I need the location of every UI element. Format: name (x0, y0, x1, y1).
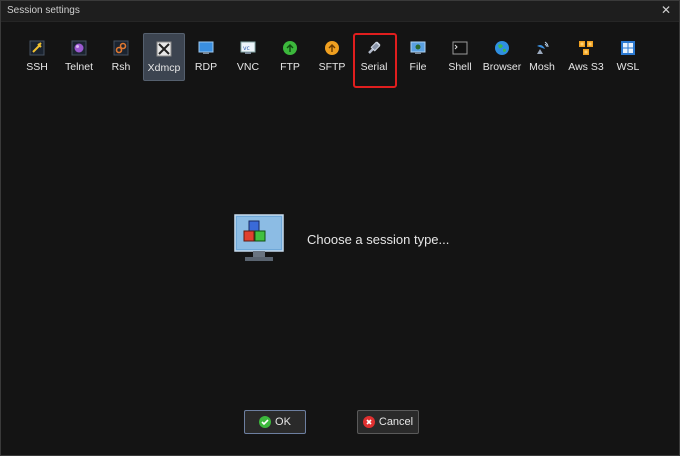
tool-xdmcp[interactable]: Xdmcp (143, 33, 185, 81)
session-type-toolbar: SSH Telnet Rsh Xdmcp RDP vc VNC FTP SFTP… (19, 33, 659, 83)
tool-sftp[interactable]: SFTP (315, 33, 349, 81)
close-icon[interactable]: ✕ (659, 3, 673, 17)
tool-mosh[interactable]: Mosh (525, 33, 559, 81)
tool-ftp[interactable]: FTP (273, 33, 307, 81)
cancel-label: Cancel (378, 416, 414, 428)
sftp-icon (325, 41, 339, 55)
window-title: Session settings (7, 5, 80, 16)
title-bar: Session settings ✕ (1, 1, 679, 22)
monitor-cubes-icon (234, 214, 284, 261)
aws-s3-icon (579, 41, 593, 55)
tool-browser[interactable]: Browser (481, 33, 523, 81)
serial-highlight-box (353, 33, 397, 88)
telnet-icon (71, 40, 87, 56)
vnc-icon: vc (240, 41, 256, 54)
tool-shell[interactable]: Shell (443, 33, 477, 81)
svg-text:vc: vc (243, 45, 250, 52)
xdmcp-icon (156, 41, 172, 57)
tool-wsl[interactable]: WSL (611, 33, 645, 81)
mosh-icon (537, 41, 549, 54)
rsh-icon (113, 40, 129, 56)
cancel-button[interactable]: Cancel (357, 410, 419, 434)
rdp-icon (198, 41, 214, 54)
file-icon (410, 41, 426, 54)
session-type-placeholder: Choose a session type... (233, 213, 449, 265)
cancel-icon (362, 416, 375, 428)
tool-rdp[interactable]: RDP (189, 33, 223, 81)
session-settings-dialog: Session settings ✕ SSH Telnet Rsh Xdmcp … (0, 0, 680, 456)
tool-rsh[interactable]: Rsh (103, 33, 139, 81)
ok-label: OK (275, 416, 291, 428)
choose-session-message: Choose a session type... (307, 231, 450, 247)
check-icon (259, 416, 272, 428)
tool-vnc[interactable]: vc VNC (231, 33, 265, 81)
ssh-icon (29, 40, 45, 56)
wsl-icon (621, 41, 635, 55)
ok-button[interactable]: OK (244, 410, 306, 434)
shell-icon (452, 41, 468, 55)
tool-ssh[interactable]: SSH (19, 33, 55, 81)
tool-file[interactable]: File (401, 33, 435, 81)
tool-telnet[interactable]: Telnet (61, 33, 97, 81)
tool-aws-s3[interactable]: Aws S3 (565, 33, 607, 81)
browser-icon (495, 41, 509, 55)
ftp-icon (283, 41, 297, 55)
